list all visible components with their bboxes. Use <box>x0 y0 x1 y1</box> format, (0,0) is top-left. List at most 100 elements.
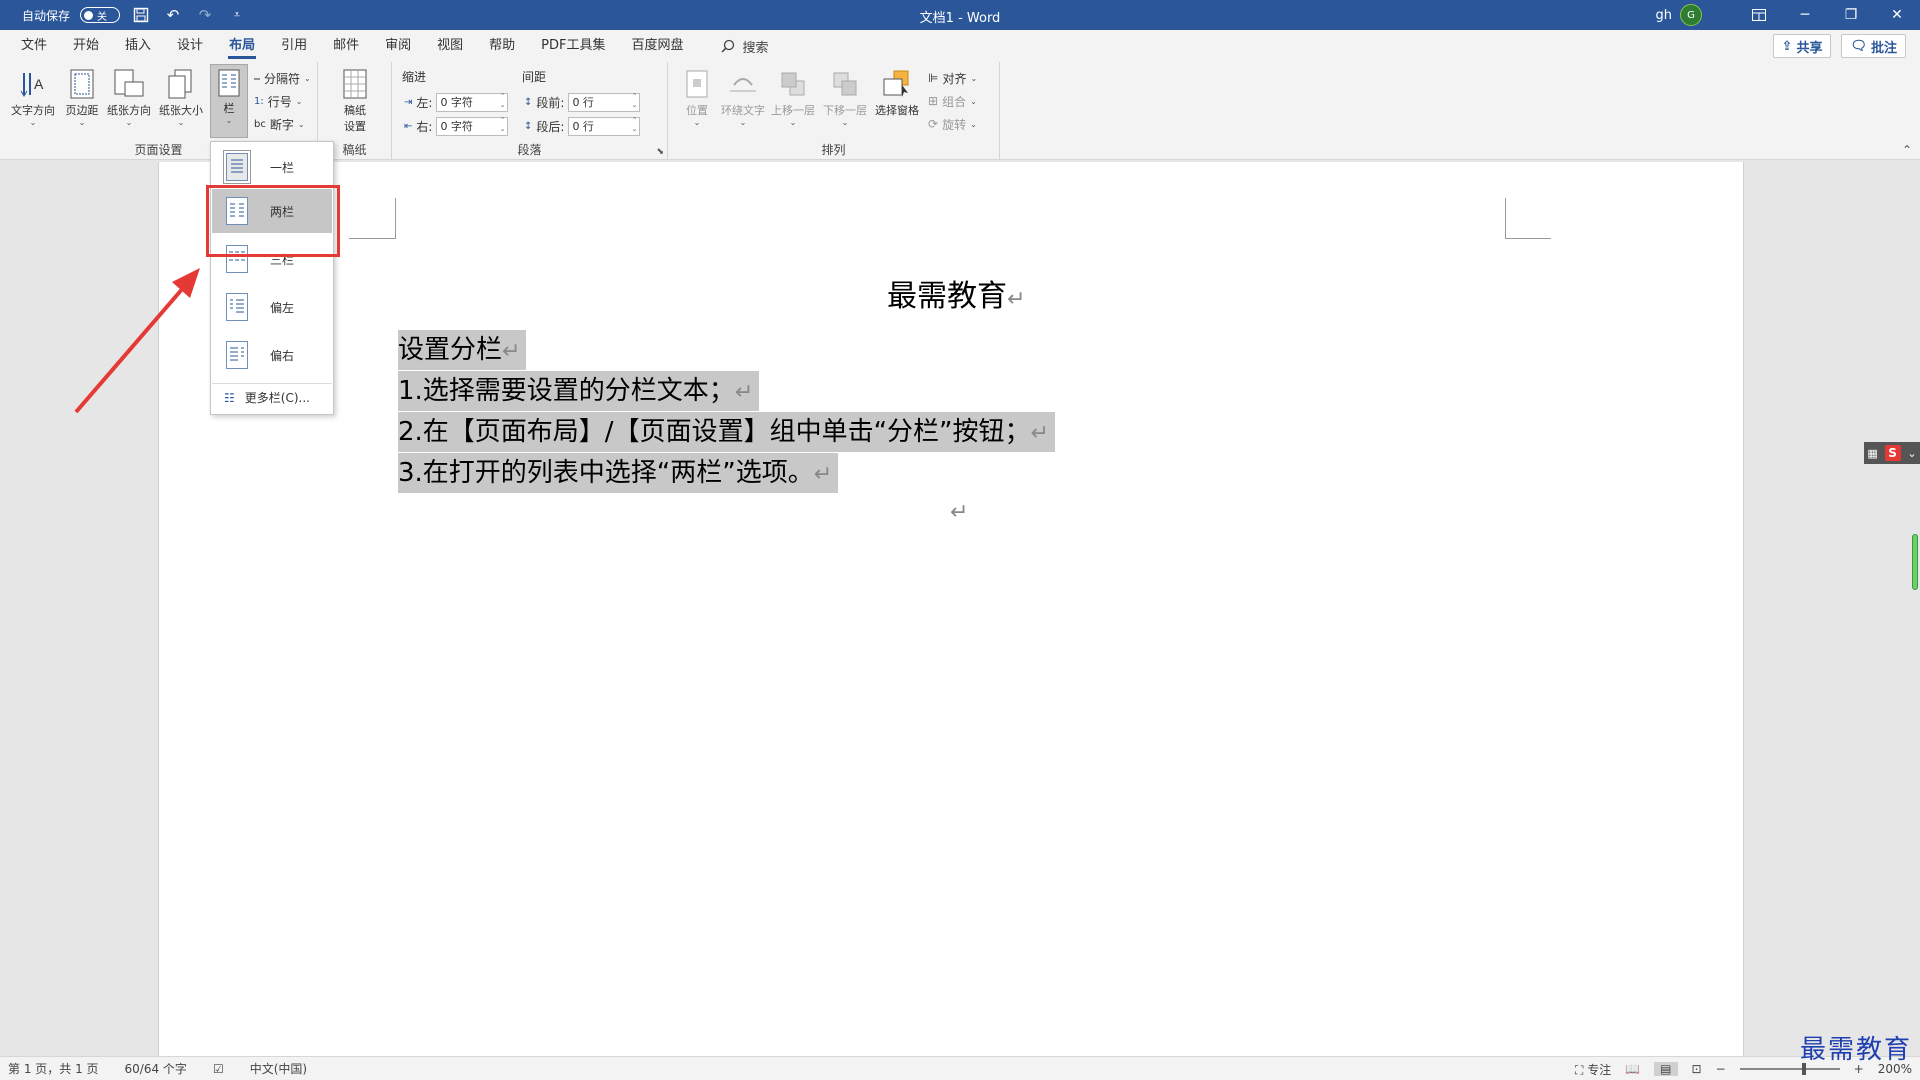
autosave-toggle[interactable]: 关 <box>80 7 121 23</box>
tab-help[interactable]: 帮助 <box>476 30 528 62</box>
columns-dropdown: 一栏 两栏 三栏 偏左 偏右 ☷ 更多栏(C)... <box>210 141 334 415</box>
tab-baidu-netdisk[interactable]: 百度网盘 <box>618 30 696 62</box>
close-icon[interactable]: ✕ <box>1874 0 1920 30</box>
print-layout-icon[interactable]: ▤ <box>1654 1062 1678 1076</box>
align-icon: ⊫ <box>928 71 939 85</box>
spacing-after-icon: ↕ <box>524 120 533 132</box>
position-label: 位置 <box>686 104 708 117</box>
paragraph-line[interactable]: 1.选择需要设置的分栏文本；↵ <box>398 371 760 411</box>
group-button[interactable]: ⊞ 组合 ⌄ <box>928 91 977 111</box>
tab-home[interactable]: 开始 <box>60 30 112 62</box>
tab-mailings[interactable]: 邮件 <box>320 30 372 62</box>
breaks-button[interactable]: ⎯ 分隔符 ⌄ <box>254 68 311 88</box>
one-column-icon <box>223 150 251 184</box>
manuscript-settings-button[interactable]: 稿纸 设置 <box>330 66 380 134</box>
word-count[interactable]: 60/64 个字 <box>125 1060 187 1077</box>
spacing-before-input[interactable]: 0 行 <box>568 92 641 112</box>
indent-left-input[interactable]: 0 字符 <box>436 92 509 112</box>
margins-label: 页边距 <box>65 104 99 117</box>
columns-option-label: 一栏 <box>270 160 295 175</box>
quick-access-toolbar: 自动保存 关 ↶ ↷ ⩡ <box>0 0 248 30</box>
paragraph-text: 3.在打开的列表中选择“两栏”选项。 <box>398 458 814 488</box>
indent-heading: 缩进 <box>402 70 427 84</box>
undo-icon[interactable]: ↶ <box>162 4 184 26</box>
columns-option-one[interactable]: 一栏 <box>212 145 332 189</box>
columns-button[interactable]: 栏 ⌄ <box>210 64 248 138</box>
zoom-slider[interactable] <box>1739 1063 1840 1075</box>
send-backward-label: 下移一层 <box>823 104 867 117</box>
spacing-after-row: ↕ 段后: 0 行 <box>524 116 641 136</box>
read-mode-icon[interactable]: 📖 <box>1625 1062 1640 1076</box>
send-backward-button[interactable]: 下移一层 ⌄ <box>820 66 870 127</box>
tab-design[interactable]: 设计 <box>164 30 216 62</box>
crop-mark <box>395 198 396 238</box>
tab-references[interactable]: 引用 <box>268 30 320 62</box>
wrap-text-button[interactable]: 环绕文字 ⌄ <box>718 66 768 127</box>
title-right-area: gh G ─ ❐ ✕ <box>1656 0 1920 30</box>
columns-option-left[interactable]: 偏左 <box>212 285 332 329</box>
spacing-after-input[interactable]: 0 行 <box>568 116 641 136</box>
sogou-logo-icon: S <box>1884 445 1901 461</box>
collapse-ribbon-icon[interactable]: ⌃ <box>1902 143 1912 157</box>
more-columns-item[interactable]: ☷ 更多栏(C)... <box>212 383 332 411</box>
chevron-down-icon: ⌄ <box>295 96 303 106</box>
zoom-out-icon[interactable]: − <box>1716 1062 1726 1076</box>
hyphenation-button[interactable]: bc 断字 ⌄ <box>254 114 305 134</box>
paragraph-mark: ↵ <box>1007 287 1026 312</box>
minimize-icon[interactable]: ─ <box>1782 0 1828 30</box>
scrollbar-thumb[interactable] <box>1912 534 1918 590</box>
customize-qat-icon[interactable]: ⩡ <box>226 4 248 26</box>
restore-icon[interactable]: ❐ <box>1828 0 1874 30</box>
paragraph-line[interactable]: 2.在【页面布局】/【页面设置】组中单击“分栏”按钮；↵ <box>398 412 1055 452</box>
tab-insert[interactable]: 插入 <box>112 30 164 62</box>
tab-layout[interactable]: 布局 <box>216 30 268 62</box>
page-count[interactable]: 第 1 页，共 1 页 <box>8 1060 99 1077</box>
columns-option-right[interactable]: 偏右 <box>212 333 332 377</box>
language-indicator[interactable]: 中文(中国) <box>250 1060 307 1077</box>
selection-pane-icon <box>881 66 913 102</box>
user-name[interactable]: gh <box>1656 8 1673 23</box>
redo-icon[interactable]: ↷ <box>194 4 216 26</box>
align-button[interactable]: ⊫ 对齐 ⌄ <box>928 68 977 88</box>
ime-toolbar[interactable]: ▦ S ⌄ <box>1864 442 1920 464</box>
position-button[interactable]: 位置 ⌄ <box>672 66 722 127</box>
selection-pane-button[interactable]: 选择窗格 <box>872 66 922 118</box>
web-layout-icon[interactable]: ⊡ <box>1692 1062 1702 1076</box>
text-direction-label: 文字方向 <box>11 104 55 117</box>
focus-button[interactable]: ⛶ 专注 <box>1575 1061 1611 1078</box>
manuscript-icon <box>339 66 371 102</box>
chevron-down-icon: ⌄ <box>177 118 185 127</box>
toggle-knob <box>84 10 94 20</box>
paragraph-line[interactable]: 3.在打开的列表中选择“两栏”选项。↵ <box>398 453 839 493</box>
tab-pdf-tools[interactable]: PDF工具集 <box>528 30 618 62</box>
tab-file[interactable]: 文件 <box>8 30 60 62</box>
share-button[interactable]: ⇪ 共享 <box>1772 34 1832 58</box>
save-icon[interactable] <box>130 4 152 26</box>
annotation-arrow <box>74 268 200 414</box>
document-title: 文档1 - Word <box>919 11 1001 26</box>
tab-review[interactable]: 审阅 <box>372 30 424 62</box>
proofing-icon[interactable]: ☑ <box>213 1062 224 1076</box>
margins-button[interactable]: 页边距 ⌄ <box>57 66 107 127</box>
search-icon <box>720 39 734 53</box>
paragraph-line[interactable]: 设置分栏↵ <box>398 330 527 370</box>
paragraph-group: 缩进 间距 ⇥ 左: 0 字符 ⇤ 右: 0 字符 ↕ 段前: 0 行 ↕ 段后… <box>392 62 668 160</box>
comments-button[interactable]: 🗨 批注 <box>1841 34 1906 58</box>
paragraph-dialog-launcher-icon[interactable]: ⬊ <box>656 147 664 157</box>
bring-forward-button[interactable]: 上移一层 ⌄ <box>768 66 818 127</box>
text-direction-button[interactable]: A 文字方向 ⌄ <box>8 66 58 127</box>
rotate-button[interactable]: ⟳ 旋转 ⌄ <box>928 114 977 134</box>
tab-view[interactable]: 视图 <box>424 30 476 62</box>
focus-icon: ⛶ <box>1574 1062 1584 1077</box>
line-numbers-button[interactable]: 1: 行号 ⌄ <box>254 91 302 111</box>
search-box[interactable]: 搜索 <box>720 37 769 56</box>
avatar[interactable]: G <box>1680 4 1702 26</box>
autosave-state: 关 <box>97 11 108 23</box>
size-button[interactable]: 纸张大小 ⌄ <box>156 66 206 127</box>
indent-right-input[interactable]: 0 字符 <box>436 116 509 136</box>
text-direction-icon: A <box>17 66 49 102</box>
orientation-button[interactable]: 纸张方向 ⌄ <box>104 66 154 127</box>
indent-right-row: ⇤ 右: 0 字符 <box>404 116 509 136</box>
ribbon-display-options-icon[interactable] <box>1736 0 1782 30</box>
orientation-icon <box>113 66 145 102</box>
